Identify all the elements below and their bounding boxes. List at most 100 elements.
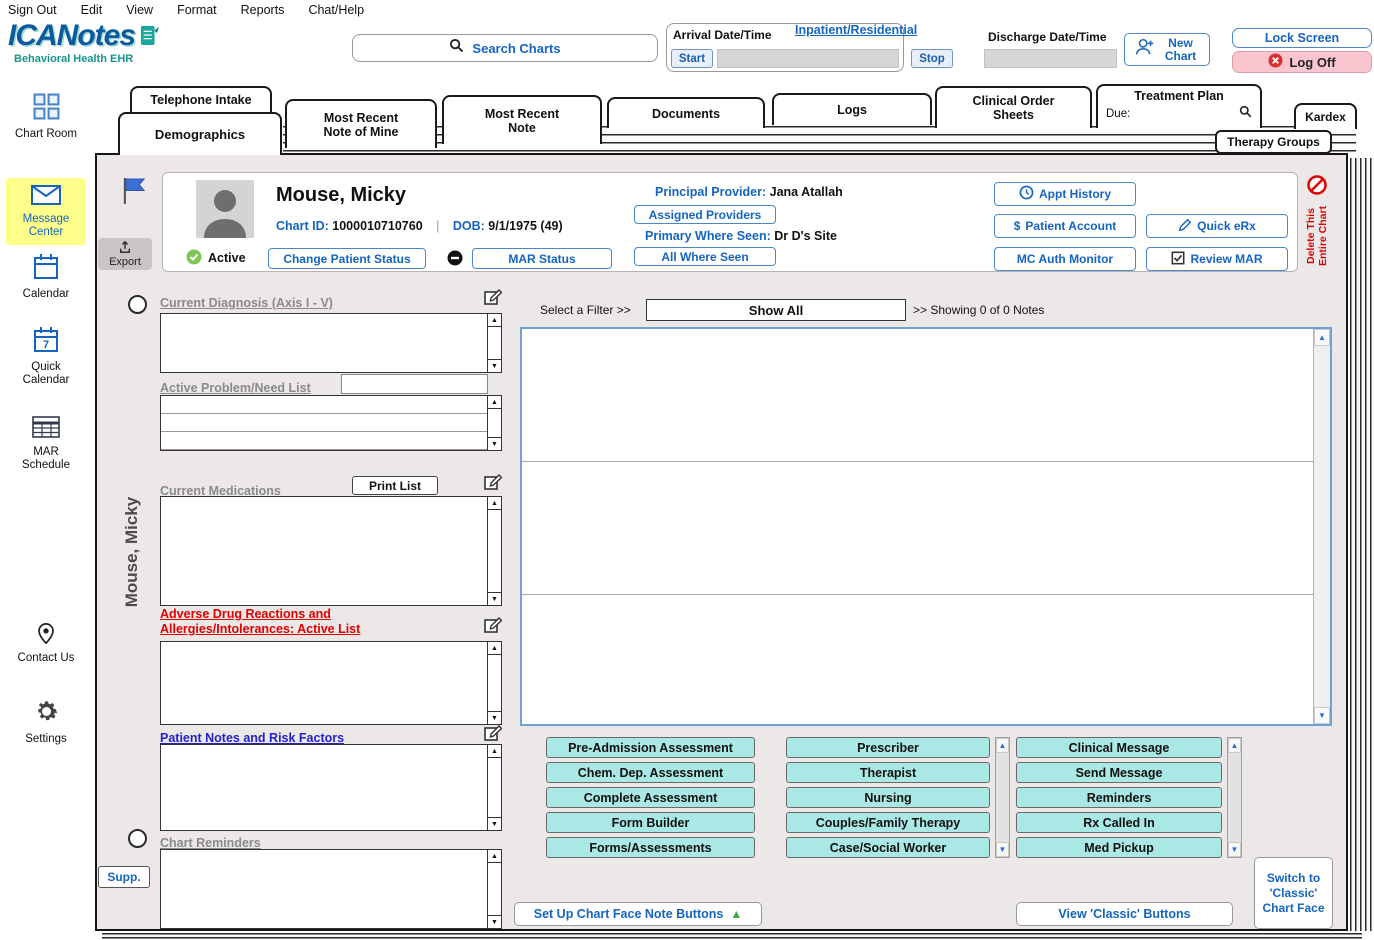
assigned-providers-button[interactable]: Assigned Providers xyxy=(634,205,776,224)
patient-account-button[interactable]: $ Patient Account xyxy=(994,214,1136,238)
sidebar-item-message-center[interactable]: Message Center xyxy=(6,178,86,245)
change-patient-status-button[interactable]: Change Patient Status xyxy=(268,248,426,269)
adverse-reactions-list[interactable]: ▲ ▼ xyxy=(160,641,502,725)
radio-current-diagnosis[interactable] xyxy=(128,295,147,314)
discharge-date-field[interactable] xyxy=(984,49,1117,68)
scroll-track[interactable] xyxy=(488,510,501,592)
scroll-down-icon[interactable]: ▼ xyxy=(488,592,501,605)
scroll-track[interactable] xyxy=(488,863,501,915)
scroll-up-icon[interactable]: ▲ xyxy=(488,745,501,758)
note-button-pre-admission-assessment[interactable]: Pre-Admission Assessment xyxy=(546,737,755,758)
current-diagnosis-list[interactable]: ▲ ▼ xyxy=(160,313,502,373)
tab-most-recent-note-of-mine[interactable]: Most Recent Note of Mine xyxy=(285,99,437,148)
scroll-down-icon[interactable]: ▼ xyxy=(488,359,501,372)
current-diagnosis-link[interactable]: Current Diagnosis (Axis I - V) xyxy=(160,296,333,310)
sidebar-item-contact-us[interactable]: Contact Us xyxy=(0,622,92,665)
scrollbar[interactable]: ▲ ▼ xyxy=(487,642,501,724)
scrollbar[interactable]: ▲ ▼ xyxy=(1313,329,1330,724)
stop-button[interactable]: Stop xyxy=(911,49,953,68)
tab-logs[interactable]: Logs xyxy=(772,93,932,125)
print-list-button[interactable]: Print List xyxy=(352,476,438,495)
note-button-therapist[interactable]: Therapist xyxy=(786,762,990,783)
note-button-complete-assessment[interactable]: Complete Assessment xyxy=(546,787,755,808)
note-button-form-builder[interactable]: Form Builder xyxy=(546,812,755,833)
active-problem-input[interactable] xyxy=(341,374,488,394)
scroll-up-icon[interactable]: ▲ xyxy=(1228,738,1241,753)
scrollbar[interactable]: ▲ ▼ xyxy=(1227,737,1242,858)
edit-icon[interactable] xyxy=(484,474,503,495)
adverse-reactions-allergies-link[interactable]: Adverse Drug Reactions and Allergies/Int… xyxy=(160,607,436,637)
edit-icon[interactable] xyxy=(484,725,503,746)
edit-icon[interactable] xyxy=(484,289,503,310)
scroll-down-icon[interactable]: ▼ xyxy=(488,915,501,928)
scroll-down-icon[interactable]: ▼ xyxy=(488,817,501,830)
menu-sign-out[interactable]: Sign Out xyxy=(8,3,57,17)
sidebar-item-settings[interactable]: Settings xyxy=(0,698,92,746)
quick-erx-button[interactable]: Quick eRx xyxy=(1146,214,1288,238)
chart-reminders-link[interactable]: Chart Reminders xyxy=(160,836,261,850)
menu-chat-help[interactable]: Chat/Help xyxy=(308,3,364,17)
scrollbar[interactable]: ▲ ▼ xyxy=(995,737,1010,858)
search-icon[interactable] xyxy=(1239,105,1252,122)
patient-notes-list[interactable]: ▲ ▼ xyxy=(160,744,502,831)
note-button-couples-family-therapy[interactable]: Couples/Family Therapy xyxy=(786,812,990,833)
scroll-up-icon[interactable]: ▲ xyxy=(1314,329,1330,346)
review-mar-button[interactable]: Review MAR xyxy=(1146,247,1288,271)
note-button-rx-called-in[interactable]: Rx Called In xyxy=(1016,812,1222,833)
notes-list-panel[interactable]: ▲ ▼ xyxy=(520,327,1332,726)
scroll-track[interactable] xyxy=(488,655,501,711)
scroll-track[interactable] xyxy=(996,753,1009,842)
menu-reports[interactable]: Reports xyxy=(241,3,285,17)
patient-notes-risk-factors-link[interactable]: Patient Notes and Risk Factors xyxy=(160,731,344,745)
arrival-date-field[interactable] xyxy=(717,49,899,68)
sidebar-item-calendar[interactable]: Calendar xyxy=(0,253,92,301)
scroll-up-icon[interactable]: ▲ xyxy=(488,314,501,327)
note-button-clinical-message[interactable]: Clinical Message xyxy=(1016,737,1222,758)
current-medications-list[interactable]: ▲ ▼ xyxy=(160,496,502,606)
switch-to-classic-chart-face[interactable]: Switch to 'Classic' Chart Face xyxy=(1254,857,1333,929)
sidebar-item-mar-schedule[interactable]: MAR Schedule xyxy=(0,416,92,472)
patient-avatar[interactable] xyxy=(196,180,254,238)
minus-circle-icon[interactable] xyxy=(447,250,463,271)
scroll-track[interactable] xyxy=(488,409,501,437)
active-problem-need-list-link[interactable]: Active Problem/Need List xyxy=(160,381,311,395)
note-button-med-pickup[interactable]: Med Pickup xyxy=(1016,837,1222,858)
note-button-prescriber[interactable]: Prescriber xyxy=(786,737,990,758)
note-button-case-social-worker[interactable]: Case/Social Worker xyxy=(786,837,990,858)
scroll-up-icon[interactable]: ▲ xyxy=(996,738,1009,753)
supp-button[interactable]: Supp. xyxy=(98,866,150,888)
lock-screen-button[interactable]: Lock Screen xyxy=(1232,28,1372,48)
tab-most-recent-note[interactable]: Most Recent Note xyxy=(442,95,602,144)
note-button-chem-dep-assessment[interactable]: Chem. Dep. Assessment xyxy=(546,762,755,783)
appt-history-button[interactable]: Appt History xyxy=(994,182,1136,206)
tab-demographics[interactable]: Demographics xyxy=(118,112,282,155)
delete-entire-chart-control[interactable]: Delete This Entire Chart xyxy=(1300,175,1334,271)
scrollbar[interactable]: ▲ ▼ xyxy=(487,396,501,450)
scroll-down-icon[interactable]: ▼ xyxy=(1228,842,1241,857)
menu-edit[interactable]: Edit xyxy=(81,3,103,17)
start-button[interactable]: Start xyxy=(671,49,713,68)
inpatient-residential-link[interactable]: Inpatient/Residential xyxy=(795,23,917,37)
scroll-track[interactable] xyxy=(488,327,501,359)
log-off-button[interactable]: Log Off xyxy=(1232,51,1372,73)
note-button-forms-assessments[interactable]: Forms/Assessments xyxy=(546,837,755,858)
scroll-down-icon[interactable]: ▼ xyxy=(488,711,501,724)
scroll-track[interactable] xyxy=(1314,346,1330,707)
scroll-down-icon[interactable]: ▼ xyxy=(488,437,501,450)
all-where-seen-button[interactable]: All Where Seen xyxy=(634,247,776,266)
edit-icon[interactable] xyxy=(484,617,503,638)
scrollbar[interactable]: ▲ ▼ xyxy=(487,850,501,928)
search-charts-button[interactable]: Search Charts xyxy=(352,34,658,62)
menu-format[interactable]: Format xyxy=(177,3,217,17)
scroll-down-icon[interactable]: ▼ xyxy=(1314,707,1330,724)
scroll-down-icon[interactable]: ▼ xyxy=(996,842,1009,857)
note-button-nursing[interactable]: Nursing xyxy=(786,787,990,808)
sidebar-item-chart-room[interactable]: Chart Room xyxy=(0,93,92,141)
export-button[interactable]: Export xyxy=(98,238,152,270)
scroll-up-icon[interactable]: ▲ xyxy=(488,850,501,863)
active-problem-list[interactable]: ▲ ▼ xyxy=(160,395,502,451)
mc-auth-monitor-button[interactable]: MC Auth Monitor xyxy=(994,247,1136,271)
scrollbar[interactable]: ▲ ▼ xyxy=(487,314,501,372)
flag-icon[interactable] xyxy=(122,176,147,210)
chart-reminders-list[interactable]: ▲ ▼ xyxy=(160,849,502,929)
